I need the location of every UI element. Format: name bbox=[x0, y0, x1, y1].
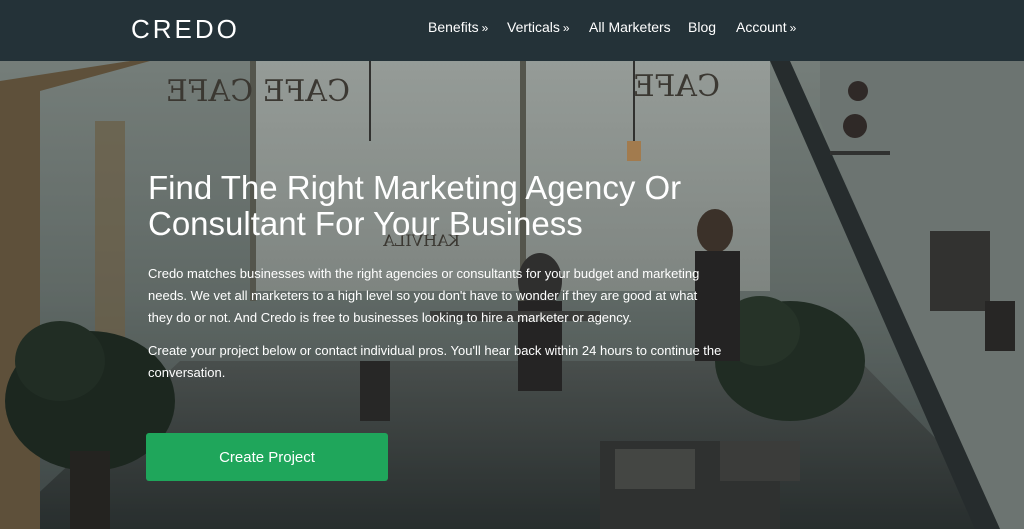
nav-benefits-arrow-icon: » bbox=[481, 21, 489, 35]
nav-account-arrow-icon: » bbox=[789, 21, 797, 35]
credo-logo[interactable]: CREDO bbox=[131, 14, 240, 45]
hero-headline: Find The Right Marketing Agency Or Consu… bbox=[148, 170, 788, 242]
nav-all-marketers[interactable]: All Marketers bbox=[589, 19, 671, 35]
nav-blog-label: Blog bbox=[688, 19, 717, 35]
nav-benefits[interactable]: Benefits» bbox=[428, 19, 488, 35]
nav-verticals-arrow-icon: » bbox=[562, 21, 570, 35]
hero-headline-line2: Consultant For Your Business bbox=[148, 205, 583, 242]
hero-headline-line1: Find The Right Marketing Agency Or bbox=[148, 169, 682, 206]
create-project-button[interactable]: Create Project bbox=[146, 433, 388, 481]
nav-verticals-label: Verticals bbox=[507, 19, 560, 35]
top-navbar: CREDO Benefits» Verticals» All Marketers… bbox=[0, 0, 1024, 61]
nav-account-label: Account bbox=[736, 19, 787, 35]
nav-benefits-label: Benefits bbox=[428, 19, 479, 35]
hero-subtext: Create your project below or contact ind… bbox=[148, 343, 722, 380]
nav-verticals[interactable]: Verticals» bbox=[507, 19, 570, 35]
nav-all-marketers-label: All Marketers bbox=[589, 19, 671, 35]
nav-account[interactable]: Account» bbox=[736, 19, 796, 35]
hero-section: CAFE CAFE CAFE KAHVILA Find The Right Ma… bbox=[0, 61, 1024, 529]
nav-blog[interactable]: Blog bbox=[688, 19, 716, 35]
hero-description: Credo matches businesses with the right … bbox=[148, 266, 700, 325]
